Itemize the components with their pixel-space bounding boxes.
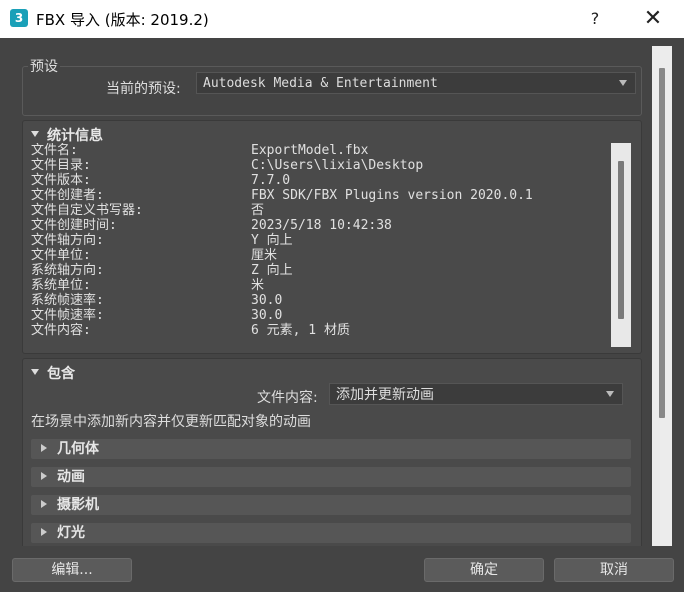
stats-key: 文件单位: [31,248,91,263]
statistics-header[interactable]: 统计信息 [31,125,103,145]
section-lights[interactable]: 灯光 [31,523,631,543]
stats-value: 否 [251,203,265,218]
expand-triangle-icon [41,472,47,480]
stats-row: 文件轴方向: Y 向上 [31,233,607,248]
help-button[interactable]: ? [572,0,618,38]
stats-value: 厘米 [251,248,278,263]
stats-row: 文件自定义书写器: 否 [31,203,607,218]
stats-value: 6 元素, 1 材质 [251,323,350,338]
dialog-scrollbar[interactable] [652,46,672,546]
stats-row: 文件创建时间: 2023/5/18 10:42:38 [31,218,607,233]
section-animation[interactable]: 动画 [31,467,631,487]
window-title: FBX 导入 (版本: 2019.2) [36,11,209,29]
stats-row: 系统轴方向: Z 向上 [31,263,607,278]
file-content-label: 文件内容: [257,390,318,406]
expand-triangle-icon [41,444,47,452]
collapse-triangle-icon [31,131,39,137]
section-label: 灯光 [57,525,85,541]
options-scroll-area: 预设 当前的预设: Autodesk Media & Entertainment… [10,46,650,546]
chevron-down-icon [606,391,614,397]
dialog-body: 预设 当前的预设: Autodesk Media & Entertainment… [0,38,684,592]
stats-value: FBX SDK/FBX Plugins version 2020.0.1 [251,188,533,203]
stats-value: 30.0 [251,308,283,323]
stats-value: 30.0 [251,293,283,308]
stats-key: 系统单位: [31,278,91,293]
stats-key: 系统帧速率: [31,293,104,308]
section-label: 动画 [57,469,85,485]
stats-row: 文件版本: 7.7.0 [31,173,607,188]
stats-key: 系统轴方向: [31,263,104,278]
current-preset-value: Autodesk Media & Entertainment [203,76,438,91]
stats-value: Z 向上 [251,263,293,278]
stats-key: 文件帧速率: [31,308,104,323]
title-bar: 3 FBX 导入 (版本: 2019.2) ? ✕ [0,0,684,38]
expand-triangle-icon [41,528,47,536]
current-preset-dropdown[interactable]: Autodesk Media & Entertainment [196,72,636,94]
statistics-title: 统计信息 [47,128,103,144]
stats-value: C:\Users\lixia\Desktop [251,158,424,173]
stats-value: 7.7.0 [251,173,291,188]
stats-row: 文件目录: C:\Users\lixia\Desktop [31,158,607,173]
cancel-button[interactable]: 取消 [554,558,674,582]
statistics-list: 文件名: ExportModel.fbx 文件目录: C:\Users\lixia\D… [31,143,607,347]
close-button[interactable]: ✕ [630,0,676,38]
presets-legend: 预设 [28,56,60,76]
section-label: 几何体 [57,441,99,457]
stats-key: 文件目录: [31,158,91,173]
include-title: 包含 [47,366,75,382]
section-label: 摄影机 [57,497,99,513]
stats-value: Y 向上 [251,233,293,248]
stats-row: 文件创建者: FBX SDK/FBX Plugins version 2020.0… [31,188,607,203]
section-geometry[interactable]: 几何体 [31,439,631,459]
chevron-down-icon [619,80,627,86]
stats-value: 2023/5/18 10:42:38 [251,218,392,233]
stats-key: 文件轴方向: [31,233,104,248]
dialog-scrollbar-thumb[interactable] [659,68,665,418]
stats-row: 文件单位: 厘米 [31,248,607,263]
stats-row: 系统单位: 米 [31,278,607,293]
edit-button[interactable]: 编辑... [12,558,132,582]
stats-key: 文件创建者: [31,188,104,203]
current-preset-label: 当前的预设: [106,81,181,97]
file-content-dropdown[interactable]: 添加并更新动画 [329,383,623,405]
stats-key: 文件内容: [31,323,91,338]
stats-row: 系统帧速率: 30.0 [31,293,607,308]
app-3dsmax-icon: 3 [10,9,28,27]
stats-value: 米 [251,278,265,293]
stats-key: 文件创建时间: [31,218,117,233]
file-content-value: 添加并更新动画 [336,387,434,403]
statistics-scrollbar-thumb[interactable] [618,161,624,319]
expand-triangle-icon [41,500,47,508]
stats-row: 文件帧速率: 30.0 [31,308,607,323]
stats-row: 文件名: ExportModel.fbx [31,143,607,158]
stats-row: 文件内容: 6 元素, 1 材质 [31,323,607,338]
include-description: 在场景中添加新内容并仅更新匹配对象的动画 [31,414,311,430]
include-header[interactable]: 包含 [31,363,75,383]
stats-key: 文件自定义书写器: [31,203,143,218]
stats-key: 文件版本: [31,173,91,188]
statistics-panel: 统计信息 文件名: ExportModel.fbx 文件目录: C:\Users\li… [22,120,642,354]
collapse-triangle-icon [31,369,39,375]
include-panel: 包含 文件内容: 添加并更新动画 在场景中添加新内容并仅更新匹配对象的动画 几何… [22,358,642,546]
ok-button[interactable]: 确定 [424,558,544,582]
section-camera[interactable]: 摄影机 [31,495,631,515]
stats-key: 文件名: [31,143,78,158]
stats-value: ExportModel.fbx [251,143,369,158]
statistics-scrollbar[interactable] [611,143,631,347]
